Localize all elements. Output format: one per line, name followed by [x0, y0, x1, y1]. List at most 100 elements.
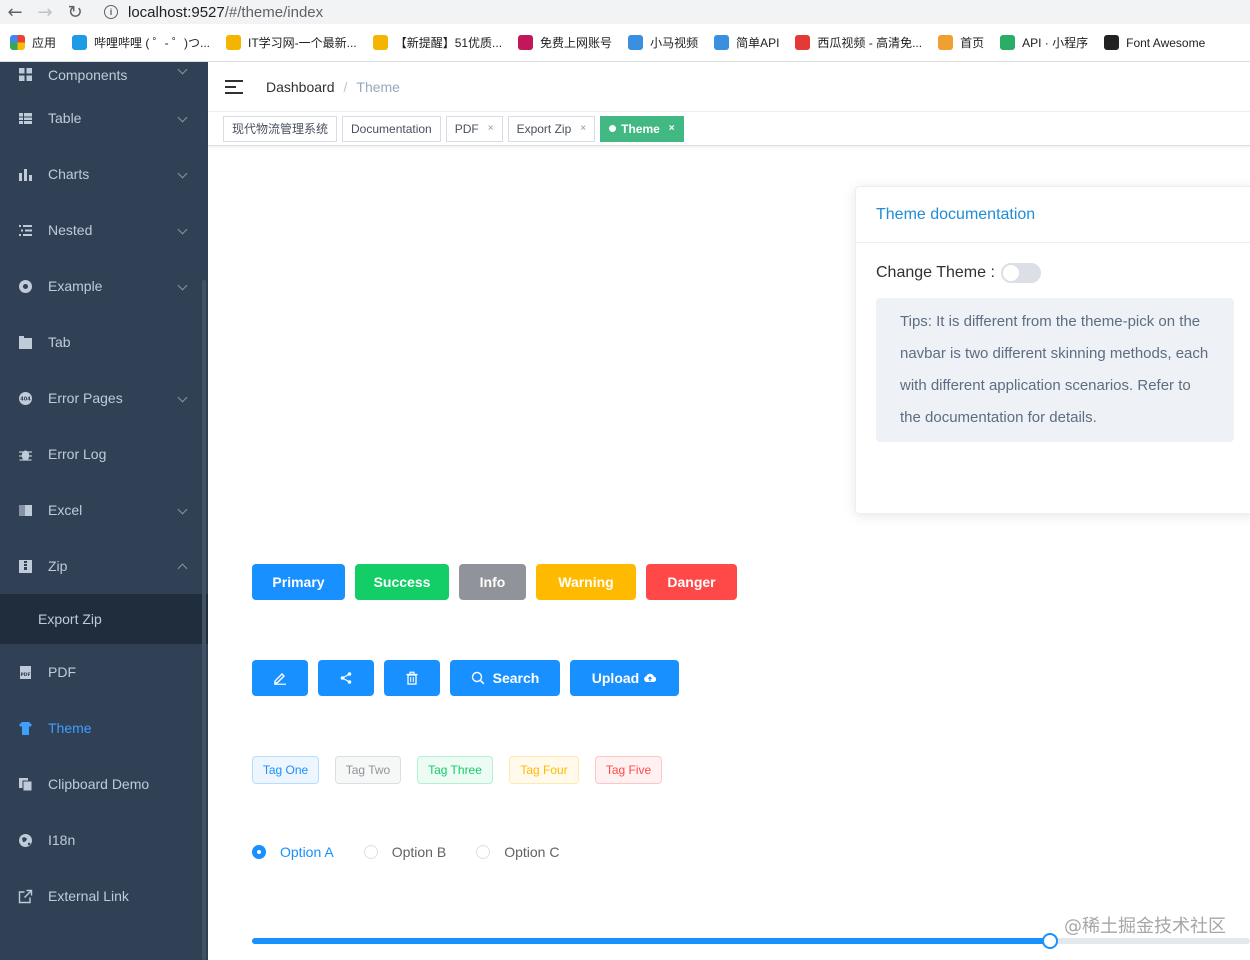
sidebar-item-nested[interactable]: Nested — [0, 202, 208, 258]
bookmark-item[interactable]: 免费上网账号 — [518, 34, 612, 51]
edit-button[interactable] — [252, 660, 308, 696]
delete-button[interactable] — [384, 660, 440, 696]
bookmark-favicon-icon — [795, 35, 811, 50]
close-icon[interactable]: × — [580, 123, 586, 134]
zip-icon — [18, 559, 33, 574]
forward-arrow-icon[interactable]: → — [30, 0, 60, 24]
chart-icon — [18, 167, 33, 182]
success-button[interactable]: Success — [355, 564, 449, 600]
bookmark-item[interactable]: 首页 — [938, 34, 984, 51]
breadcrumb-dashboard[interactable]: Dashboard — [266, 79, 335, 95]
bookmark-item[interactable]: 西瓜视频 - 高清免... — [795, 34, 922, 51]
sidebar-item-external-link[interactable]: External Link — [0, 868, 208, 924]
sidebar-item-zip[interactable]: Zip — [0, 538, 208, 594]
sidebar-item-export-zip[interactable]: Export Zip — [0, 594, 208, 644]
radio-option[interactable]: Option A — [252, 844, 334, 860]
bookmark-item[interactable]: 应用 — [10, 34, 56, 51]
sidebar-item-clipboard-demo[interactable]: Clipboard Demo — [0, 756, 208, 812]
radio-circle[interactable] — [363, 845, 378, 859]
address-bar[interactable]: i localhost:9527/#/theme/index — [94, 0, 1250, 24]
sidebar-scrollbar[interactable] — [202, 280, 206, 960]
sidebar-item-label: PDF — [48, 664, 76, 680]
bookmark-item[interactable]: IT学习网-一个最新... — [226, 34, 357, 51]
sidebar-item-tab[interactable]: Tab — [0, 314, 208, 370]
chevron-down-icon — [177, 280, 188, 291]
sidebar-item-example[interactable]: Example — [0, 258, 208, 314]
radio-option[interactable]: Option B — [363, 844, 446, 860]
tagsview-tab[interactable]: Export Zip × — [507, 115, 596, 142]
hamburger-icon[interactable] — [225, 79, 243, 94]
svg-text:404: 404 — [20, 396, 31, 402]
sidebar-item-theme[interactable]: Theme — [0, 700, 208, 756]
sidebar-item-label: Components — [48, 67, 128, 83]
tab-icon — [18, 335, 33, 350]
slider-handle[interactable] — [1042, 933, 1059, 949]
sidebar-item-excel[interactable]: Excel — [0, 482, 208, 538]
sidebar: Components Table Charts Nested Example Tab 404… — [0, 62, 208, 960]
bookmark-item[interactable]: 【新提醒】51优质... — [372, 34, 502, 51]
chevron-down-icon — [177, 504, 188, 515]
radio-option[interactable]: Option C — [476, 844, 559, 860]
search-icon — [471, 671, 484, 685]
tags-view: 现代物流管理系统 Documentation PDF × Export Zip × Them… — [208, 112, 1250, 146]
close-icon[interactable]: × — [488, 123, 494, 134]
chevron-down-icon — [177, 168, 188, 179]
sidebar-item-label: I18n — [48, 832, 76, 848]
bookmark-item[interactable]: API · 小程序 — [1000, 34, 1088, 51]
radio-label: Option C — [504, 844, 560, 860]
navbar: Dashboard / Theme — [208, 62, 1250, 112]
danger-button[interactable]: Danger — [646, 564, 737, 600]
slider-fill — [252, 938, 1051, 944]
info-button[interactable]: Info — [459, 564, 526, 600]
tagsview-tab[interactable]: Documentation — [342, 115, 441, 142]
sidebar-item-components[interactable]: Components — [0, 62, 208, 90]
tagsview-tab[interactable]: PDF × — [445, 115, 503, 142]
sidebar-item-label: Example — [48, 278, 103, 294]
tagsview-tab[interactable]: 现代物流管理系统 — [223, 115, 338, 142]
url-host: localhost:9527 — [128, 3, 225, 21]
primary-button[interactable]: Primary — [252, 564, 345, 600]
slider[interactable] — [252, 933, 1250, 949]
theme-doc-card: Theme documentation Change Theme : Tips:… — [855, 186, 1250, 514]
theme-switch[interactable] — [1000, 263, 1041, 283]
sidebar-item-pdf[interactable]: PDF PDF — [0, 644, 208, 700]
sidebar-item-error-log[interactable]: Error Log — [0, 426, 208, 482]
back-arrow-icon[interactable]: ← — [0, 0, 30, 24]
sidebar-item-error-pages[interactable]: 404 Error Pages — [0, 370, 208, 426]
radio-circle[interactable] — [476, 845, 491, 859]
share-button[interactable] — [318, 660, 374, 696]
bookmark-favicon-icon — [714, 35, 730, 50]
sidebar-item-label: Table — [48, 110, 82, 126]
radio-label: Option A — [280, 844, 334, 860]
table-icon — [18, 111, 33, 126]
tagsview-tab[interactable]: Theme × — [600, 115, 684, 142]
upload-button[interactable]: Upload — [570, 660, 679, 696]
search-label: Search — [492, 670, 540, 686]
sidebar-item-table[interactable]: Table — [0, 90, 208, 146]
tips-box: Tips: It is different from the theme-pic… — [876, 298, 1234, 442]
reload-icon[interactable]: ↻ — [60, 0, 90, 24]
components-icon — [18, 67, 33, 82]
delete-icon — [406, 671, 418, 685]
watermark: @稀土掘金技术社区 — [1064, 916, 1226, 937]
svg-text:PDF: PDF — [20, 672, 30, 678]
bookmark-favicon-icon — [72, 35, 88, 50]
chevron-down-icon — [177, 224, 188, 235]
switch-knob — [1002, 265, 1019, 281]
bookmark-item[interactable]: Font Awesome — [1104, 35, 1205, 50]
bookmark-item[interactable]: 简单API — [714, 34, 779, 51]
radio-circle[interactable] — [252, 845, 266, 859]
sidebar-item-charts[interactable]: Charts — [0, 146, 208, 202]
tag-warning: Tag Four — [509, 756, 579, 784]
bookmark-item[interactable]: 小马视频 — [628, 34, 698, 51]
search-button[interactable]: Search — [450, 660, 560, 696]
warning-button[interactable]: Warning — [536, 564, 636, 600]
bookmark-item[interactable]: 哔哩哔哩 ( ゜- ゜)つ... — [72, 34, 210, 51]
sidebar-item-label: Tab — [48, 334, 71, 350]
close-icon[interactable]: × — [669, 123, 675, 134]
tag-danger: Tag Five — [595, 756, 662, 784]
site-info-icon[interactable]: i — [104, 5, 118, 19]
sidebar-item-i18n[interactable]: I18n — [0, 812, 208, 868]
external-link-icon — [18, 889, 33, 904]
chevron-down-icon — [177, 64, 188, 75]
